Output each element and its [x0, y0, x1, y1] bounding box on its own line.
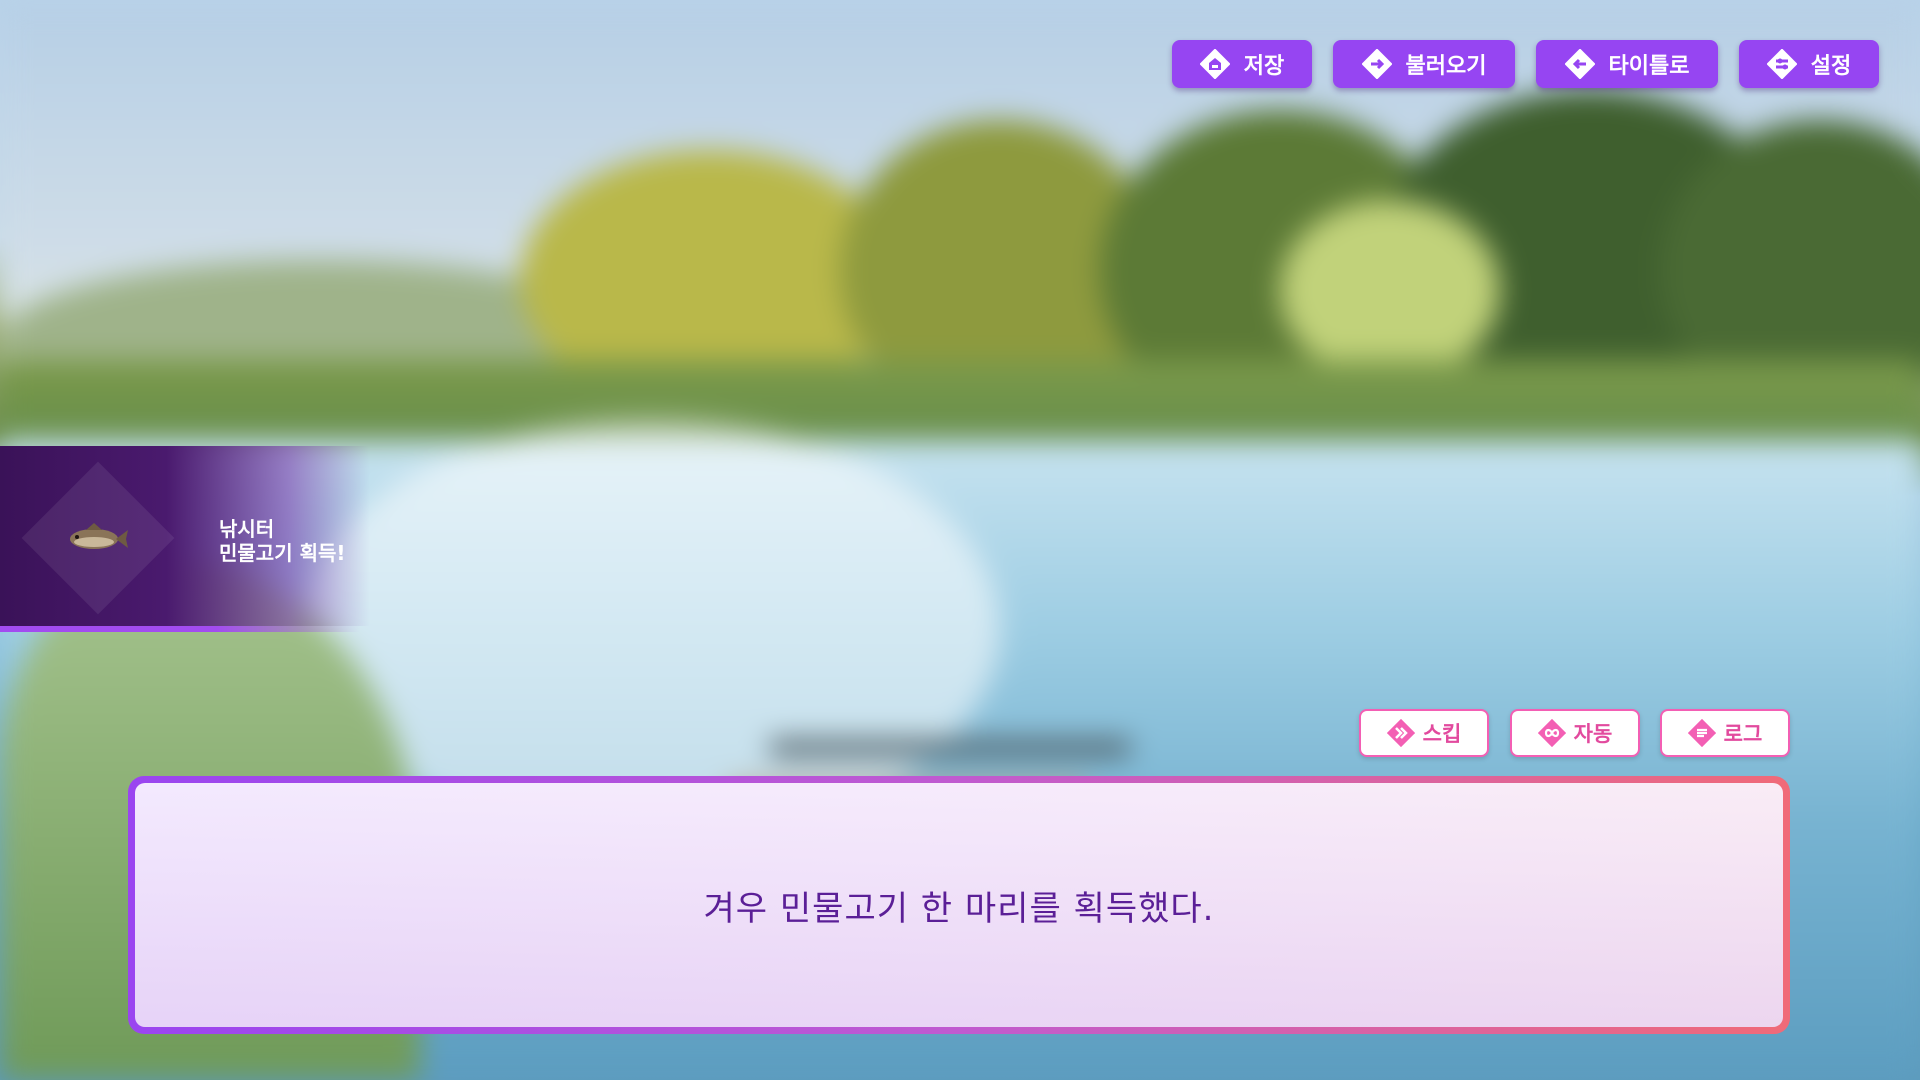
notification-accent-bar: [0, 626, 360, 632]
notification-location: 낚시터: [219, 517, 275, 541]
skip-icon: [1386, 719, 1415, 747]
log-label: 로그: [1723, 722, 1763, 746]
save-icon: [1199, 49, 1230, 79]
save-button[interactable]: 저장: [1172, 40, 1312, 88]
log-button[interactable]: 로그: [1660, 709, 1790, 757]
load-icon: [1361, 49, 1392, 79]
notification-message: 민물고기 획득!: [219, 541, 346, 565]
fish-icon: [70, 523, 128, 549]
dialogue-box[interactable]: 겨우 민물고기 한 마리를 획득했다.: [128, 776, 1790, 1034]
auto-label: 자동: [1573, 722, 1613, 746]
settings-label: 설정: [1810, 54, 1852, 79]
dialogue-panel: 겨우 민물고기 한 마리를 획득했다.: [135, 783, 1783, 1027]
pier-rail: [770, 740, 1130, 756]
tree: [1280, 200, 1500, 380]
title-label: 타이틀로: [1608, 54, 1690, 79]
save-label: 저장: [1243, 54, 1285, 79]
log-icon: [1687, 719, 1716, 747]
return-title-icon: [1564, 49, 1595, 79]
auto-icon: [1537, 719, 1566, 747]
settings-button[interactable]: 설정: [1739, 40, 1879, 88]
game-screen: 저장 불러오기 타이틀로 설정 낚시터 민물고기 획득! 스킵 자동 로그 겨우…: [0, 0, 1920, 1080]
auto-button[interactable]: 자동: [1510, 709, 1640, 757]
load-label: 불러오기: [1405, 54, 1487, 79]
settings-icon: [1766, 49, 1797, 79]
skip-label: 스킵: [1422, 722, 1462, 746]
load-button[interactable]: 불러오기: [1333, 40, 1515, 88]
skip-button[interactable]: 스킵: [1359, 709, 1489, 757]
dialogue-text: 겨우 민물고기 한 마리를 획득했다.: [703, 888, 1215, 929]
title-button[interactable]: 타이틀로: [1536, 40, 1718, 88]
